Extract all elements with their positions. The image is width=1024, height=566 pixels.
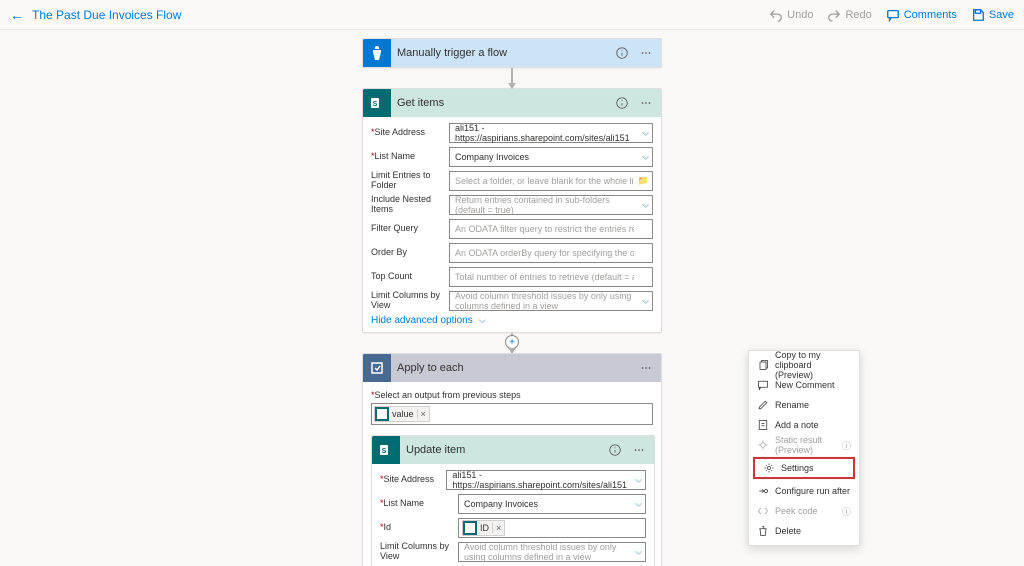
get-items-label: Get items [397, 97, 607, 109]
menu-settings[interactable]: Settings [755, 459, 853, 477]
apply-header[interactable]: Apply to each [363, 354, 661, 382]
chevron-down-icon[interactable]: ⌵ [642, 200, 649, 211]
more-icon[interactable] [637, 44, 655, 62]
sharepoint-icon [463, 521, 477, 535]
menu-add-note[interactable]: Add a note [749, 415, 859, 435]
loop-icon [363, 354, 391, 382]
sharepoint-icon: S [363, 89, 391, 117]
chevron-down-icon[interactable]: ⌵ [642, 152, 649, 163]
context-menu: Copy to my clipboard (Preview) New Comme… [748, 350, 860, 546]
nested-input[interactable]: Return entries contained in sub-folders … [449, 195, 653, 215]
list-name-input[interactable]: Company Invoices [458, 494, 646, 514]
value-token[interactable]: value × [374, 406, 430, 422]
undo-button[interactable]: Undo [769, 8, 813, 22]
sharepoint-icon: S [372, 436, 400, 464]
apply-label: Apply to each [397, 362, 631, 374]
orderby-input[interactable] [449, 243, 653, 263]
comments-label: Comments [904, 9, 957, 21]
redo-label: Redo [845, 9, 871, 21]
save-button[interactable]: Save [971, 8, 1014, 22]
more-icon[interactable] [630, 441, 648, 459]
save-label: Save [989, 9, 1014, 21]
orderby-label: Order By [371, 248, 449, 258]
limitcols-label: Limit Columns by View [380, 542, 458, 562]
filter-label: Filter Query [371, 224, 449, 234]
more-icon[interactable] [637, 359, 655, 377]
get-items-header[interactable]: S Get items [363, 89, 661, 117]
limitcols-label: Limit Columns by View [371, 291, 449, 311]
update-label: Update item [406, 444, 600, 456]
back-button[interactable]: ← [10, 7, 24, 23]
topcount-input[interactable] [449, 267, 653, 287]
menu-delete[interactable]: Delete [749, 521, 859, 541]
chevron-down-icon[interactable]: ⌵ [642, 296, 649, 307]
undo-label: Undo [787, 9, 813, 21]
svg-text:S: S [382, 448, 387, 455]
id-token[interactable]: ID × [462, 520, 505, 536]
hide-advanced-link[interactable]: Hide advanced options⌵ [371, 315, 653, 326]
filter-input[interactable] [449, 219, 653, 239]
flow-title: The Past Due Invoices Flow [32, 8, 181, 22]
chevron-down-icon[interactable]: ⌵ [635, 475, 642, 486]
menu-copy[interactable]: Copy to my clipboard (Preview) [749, 355, 859, 375]
chevron-down-icon[interactable]: ⌵ [635, 547, 642, 558]
help-icon[interactable] [613, 94, 631, 112]
trigger-icon [363, 39, 391, 67]
menu-rename[interactable]: Rename [749, 395, 859, 415]
site-address-input[interactable]: ali151 - https://aspirians.sharepoint.co… [449, 123, 653, 143]
list-name-input[interactable]: Company Invoices [449, 147, 653, 167]
get-items-card: S Get items *Site Addressali151 - https:… [362, 88, 662, 333]
update-item-card: S Update item *Site Addressali151 - http… [371, 435, 655, 566]
trigger-card[interactable]: Manually trigger a flow [362, 38, 662, 68]
prev-steps-input[interactable]: value × [371, 403, 653, 425]
connector: + [511, 333, 513, 353]
id-label: Id [384, 522, 392, 532]
menu-settings-highlight: Settings [753, 457, 855, 479]
trigger-label: Manually trigger a flow [397, 47, 607, 59]
svg-text:S: S [373, 101, 378, 108]
chevron-down-icon[interactable]: ⌵ [635, 499, 642, 510]
site-address-label: Site Address [384, 474, 435, 484]
folder-label: Limit Entries to Folder [371, 171, 449, 191]
folder-icon[interactable]: 📁 [638, 176, 649, 187]
token-remove-icon[interactable]: × [492, 523, 504, 533]
id-input[interactable]: ID × [458, 518, 646, 538]
list-name-label: List Name [375, 151, 416, 161]
toolbar: ← The Past Due Invoices Flow Undo Redo C… [0, 0, 1024, 30]
connector [511, 68, 513, 88]
token-remove-icon[interactable]: × [417, 409, 429, 419]
flow-canvas: Manually trigger a flow S Get items *Sit… [0, 30, 1024, 566]
info-icon: ⓘ [842, 439, 851, 452]
help-icon[interactable] [613, 44, 631, 62]
folder-input[interactable] [449, 171, 653, 191]
add-step-button[interactable]: + [505, 335, 519, 349]
nested-label: Include Nested Items [371, 195, 449, 215]
prev-steps-label: Select an output from previous steps [375, 390, 521, 400]
topcount-label: Top Count [371, 272, 449, 282]
redo-button[interactable]: Redo [827, 8, 871, 22]
menu-static-result: Static result (Preview)ⓘ [749, 435, 859, 455]
limitcols-input[interactable]: Avoid column threshold issues by only us… [449, 291, 653, 311]
menu-peek-code: Peek codeⓘ [749, 501, 859, 521]
site-address-label: Site Address [375, 127, 426, 137]
info-icon: ⓘ [842, 505, 851, 518]
sharepoint-icon [375, 407, 389, 421]
comments-button[interactable]: Comments [886, 8, 957, 22]
site-address-input[interactable]: ali151 - https://aspirians.sharepoint.co… [446, 470, 646, 490]
update-header[interactable]: S Update item [372, 436, 654, 464]
list-name-label: List Name [384, 498, 425, 508]
apply-to-each-card: Apply to each *Select an output from pre… [362, 353, 662, 566]
help-icon[interactable] [606, 441, 624, 459]
more-icon[interactable] [637, 94, 655, 112]
limitcols-input[interactable]: Avoid column threshold issues by only us… [458, 542, 646, 562]
menu-configure-run-after[interactable]: Configure run after [749, 481, 859, 501]
chevron-down-icon[interactable]: ⌵ [642, 128, 649, 139]
